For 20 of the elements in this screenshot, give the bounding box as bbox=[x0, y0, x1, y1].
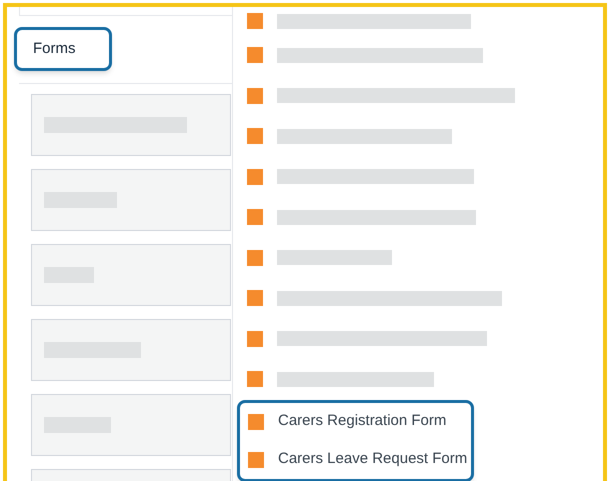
bullet-icon bbox=[247, 47, 263, 64]
card[interactable] bbox=[31, 169, 231, 231]
form-link[interactable]: Carers Leave Request Form bbox=[278, 448, 468, 471]
bullet-icon bbox=[247, 13, 263, 29]
bullet-icon bbox=[247, 290, 263, 306]
bullet-icon bbox=[247, 371, 263, 388]
card[interactable] bbox=[31, 94, 231, 156]
card[interactable] bbox=[31, 244, 231, 306]
bullet-icon bbox=[248, 414, 264, 430]
form-link[interactable]: Carers Registration Form bbox=[278, 410, 446, 433]
bullet-icon bbox=[247, 168, 263, 185]
forms-tab[interactable]: Forms bbox=[14, 27, 112, 71]
card[interactable] bbox=[31, 319, 231, 381]
bullet-icon bbox=[247, 128, 263, 144]
bullet-icon bbox=[247, 88, 263, 104]
bullet-icon bbox=[248, 452, 264, 468]
bullet-icon bbox=[247, 330, 263, 347]
bullet-icon bbox=[247, 209, 263, 226]
card[interactable] bbox=[31, 394, 231, 456]
bullet-icon bbox=[247, 250, 263, 266]
